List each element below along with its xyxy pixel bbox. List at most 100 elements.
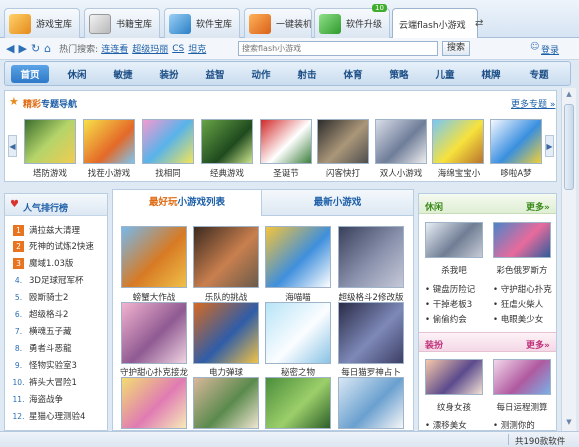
featured-thumb-4[interactable] <box>201 119 253 164</box>
featured-thumb-6[interactable] <box>317 119 369 164</box>
ranking-item[interactable]: 2 死神的试炼2快速 <box>13 240 113 252</box>
featured-thumb-9[interactable] <box>490 119 542 164</box>
featured-thumb-7[interactable] <box>375 119 427 164</box>
hot-link-cs[interactable]: CS <box>172 44 184 54</box>
game-thumb[interactable] <box>193 302 259 364</box>
featured-caption-6[interactable]: 闪客快打 <box>317 167 369 179</box>
game-thumb[interactable] <box>493 222 551 258</box>
nav-shooting[interactable]: 射击 <box>290 65 324 83</box>
forward-icon[interactable]: ▶ <box>18 42 26 55</box>
game-thumb[interactable] <box>193 377 259 429</box>
game-thumb[interactable] <box>425 222 483 258</box>
leisure-link[interactable]: • 狂虐火柴人 <box>493 298 543 310</box>
game-thumb[interactable] <box>121 302 187 364</box>
tab-cloud-flash[interactable]: 云端flash小游戏 <box>392 8 478 39</box>
ranking-item[interactable]: 8. 勇者斗恶龍 <box>13 342 113 355</box>
tab-menu-icon[interactable]: ⇄ <box>475 18 483 29</box>
game-thumb[interactable] <box>121 377 187 429</box>
tab-one-click-install[interactable]: 一键装机 <box>244 8 312 38</box>
leisure-link[interactable]: • 电眼美少女 <box>493 313 543 325</box>
nav-leisure[interactable]: 休闲 <box>60 65 94 83</box>
featured-caption-3[interactable]: 找相同 <box>142 167 194 179</box>
leisure-more-link[interactable]: 更多» <box>526 200 550 213</box>
carousel-prev-button[interactable]: ◀ <box>8 135 17 157</box>
ranking-item[interactable]: 6. 超级格斗2 <box>13 308 113 321</box>
ranking-item[interactable]: 4. 3D足球冠军杯 <box>13 274 113 287</box>
ranking-item[interactable]: 5. 殴斯骑士2 <box>13 291 113 304</box>
featured-caption-9[interactable]: 哆啦A梦 <box>490 167 542 179</box>
game-thumb[interactable] <box>338 302 404 364</box>
nav-action[interactable]: 动作 <box>244 65 278 83</box>
featured-caption-1[interactable]: 塔防游戏 <box>24 167 76 179</box>
ranking-item[interactable]: 7. 横魂五子藏 <box>13 325 113 338</box>
leisure-link[interactable]: • 偷偷约会 <box>425 313 467 325</box>
nav-strategy[interactable]: 策略 <box>382 65 416 83</box>
game-title[interactable]: 每日运程测算 <box>481 401 563 413</box>
featured-caption-8[interactable]: 海绵宝宝小 <box>431 167 487 179</box>
leisure-link[interactable]: • 守护甜心扑克 <box>493 283 552 295</box>
scroll-down-icon[interactable]: ▼ <box>564 418 574 428</box>
game-thumb[interactable] <box>338 377 404 429</box>
featured-thumb-2[interactable] <box>83 119 135 164</box>
login-link[interactable]: 登录 <box>541 43 559 56</box>
featured-topics-panel: ★ 精彩专题导航 更多专题 » ◀ ▶ 塔防游戏 找茬小游戏 找相同 经典游戏 … <box>4 90 557 182</box>
tab-software-upgrade[interactable]: 软件升级 10 <box>314 4 390 38</box>
category-nav: 首页 休闲 敏捷 装扮 益智 动作 射击 体育 策略 儿童 棋牌 专题 <box>4 61 571 86</box>
tab-book-library[interactable]: 书籍宝库 <box>84 8 160 38</box>
featured-caption-7[interactable]: 双人小游戏 <box>373 167 429 179</box>
nav-sports[interactable]: 体育 <box>336 65 370 83</box>
ranking-item[interactable]: 9. 怪物实验室3 <box>13 359 113 372</box>
game-thumb[interactable] <box>193 226 259 288</box>
nav-agility[interactable]: 敏捷 <box>106 65 140 83</box>
hot-link-tank[interactable]: 坦克 <box>188 42 206 55</box>
search-button[interactable]: 搜索 <box>442 41 470 56</box>
featured-caption-5[interactable]: 圣诞节 <box>260 167 312 179</box>
scroll-up-icon[interactable]: ▲ <box>564 90 574 100</box>
back-icon[interactable]: ◀ <box>6 42 14 55</box>
featured-thumb-1[interactable] <box>24 119 76 164</box>
dressup-link[interactable]: • 测测你的 <box>493 419 535 431</box>
refresh-icon[interactable]: ↻ <box>31 42 40 55</box>
home-icon[interactable]: ⌂ <box>44 42 51 55</box>
ranking-item[interactable]: 10. 裤头大冒险1 <box>13 376 113 389</box>
featured-thumb-8[interactable] <box>432 119 484 164</box>
hot-link-mario[interactable]: 超级玛丽 <box>132 42 168 55</box>
tab-best-games[interactable]: 最好玩小游戏列表 <box>113 190 261 216</box>
nav-home[interactable]: 首页 <box>11 65 49 83</box>
dressup-link[interactable]: • 漂移美女 <box>425 419 467 431</box>
game-thumb[interactable] <box>338 226 404 288</box>
nav-puzzle[interactable]: 益智 <box>198 65 232 83</box>
game-thumb[interactable] <box>265 226 331 288</box>
leisure-link[interactable]: • 键盘历险记 <box>425 283 475 295</box>
ranking-item[interactable]: 3 魔域1.03版 <box>13 257 113 269</box>
tab-new-games[interactable]: 最新小游戏 <box>261 190 413 216</box>
ranking-item[interactable]: 12. 星猫心理测验4 <box>13 410 113 423</box>
tab-software-library[interactable]: 软件宝库 <box>164 8 240 38</box>
hot-link-lianliankan[interactable]: 连连看 <box>101 42 128 55</box>
featured-thumb-5[interactable] <box>260 119 312 164</box>
game-thumb[interactable] <box>493 359 551 395</box>
nav-topics[interactable]: 专题 <box>522 65 556 83</box>
game-title[interactable]: 彩色俄罗斯方 <box>481 264 563 276</box>
nav-board[interactable]: 棋牌 <box>474 65 508 83</box>
ranking-item[interactable]: 11. 海盗战争 <box>13 393 113 406</box>
game-thumb[interactable] <box>265 302 331 364</box>
featured-thumb-3[interactable] <box>142 119 194 164</box>
featured-caption-4[interactable]: 经典游戏 <box>201 167 253 179</box>
game-thumb[interactable] <box>425 359 483 395</box>
search-input[interactable] <box>238 41 438 56</box>
carousel-next-button[interactable]: ▶ <box>545 135 554 157</box>
tab-game-library[interactable]: 游戏宝库 <box>4 8 80 38</box>
more-topics-link[interactable]: 更多专题 » <box>511 97 555 110</box>
ranking-item[interactable]: 1 满拉兹大清理 <box>13 224 113 236</box>
game-thumb[interactable] <box>265 377 331 429</box>
nav-kids[interactable]: 儿童 <box>428 65 462 83</box>
game-thumb[interactable] <box>121 226 187 288</box>
leisure-link[interactable]: • 干掉老板3 <box>425 298 472 310</box>
vertical-scrollbar[interactable]: ▲ ▼ <box>561 88 576 432</box>
nav-dressup[interactable]: 装扮 <box>152 65 186 83</box>
dressup-more-link[interactable]: 更多» <box>526 338 550 351</box>
featured-caption-2[interactable]: 找茬小游戏 <box>81 167 137 179</box>
user-icon[interactable]: ☺ <box>530 42 539 52</box>
scroll-thumb[interactable] <box>564 104 574 190</box>
